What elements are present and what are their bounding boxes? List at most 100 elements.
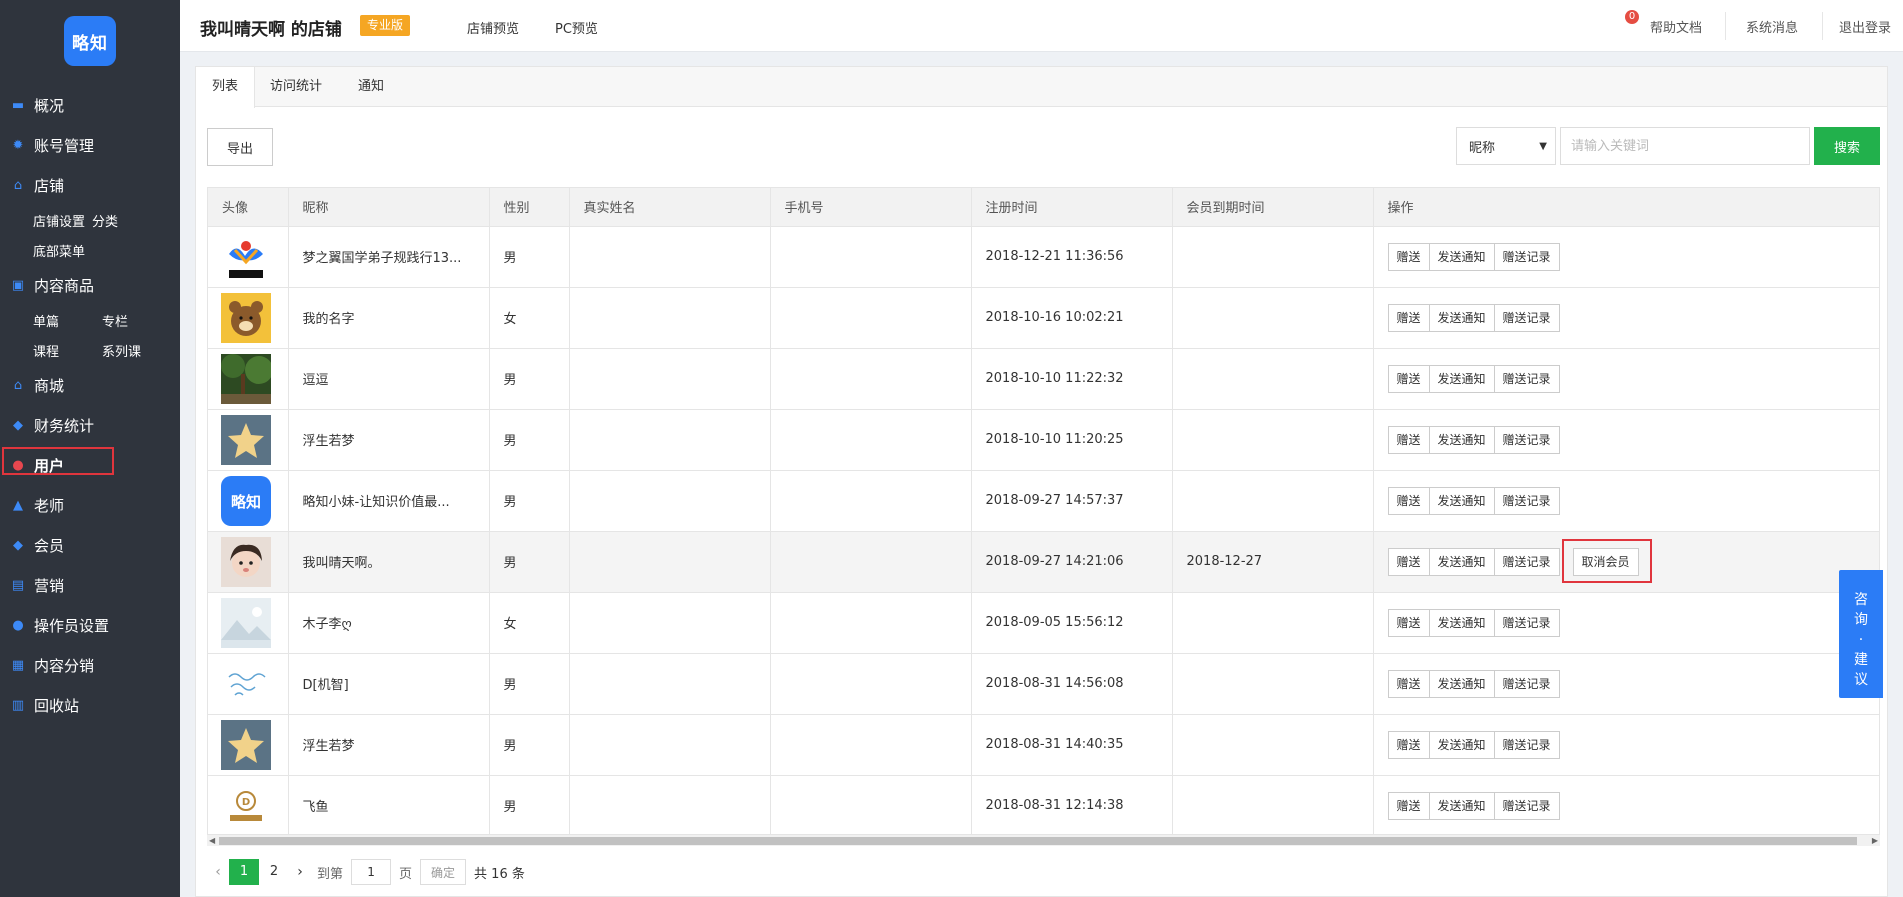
system-messages-link[interactable]: 系统消息 <box>1746 0 1798 52</box>
send-notice-button[interactable]: 发送通知 <box>1428 364 1495 393</box>
phone-cell <box>770 653 972 715</box>
logout-link[interactable]: 退出登录 <box>1839 0 1891 52</box>
help-docs-link[interactable]: 帮助文档 <box>1650 0 1702 52</box>
sub-item-column[interactable]: 专栏 <box>102 311 171 330</box>
sidebar-item-account[interactable]: ✹ 账号管理 <box>0 125 180 165</box>
pc-preview-link[interactable]: PC预览 <box>555 18 598 37</box>
gift-record-button[interactable]: 赠送记录 <box>1493 425 1560 454</box>
next-page-icon[interactable]: › <box>289 864 311 880</box>
prev-page-icon[interactable]: ‹ <box>207 864 229 880</box>
sub-item-series[interactable]: 系列课 <box>102 341 171 360</box>
send-notice-button[interactable]: 发送通知 <box>1428 730 1495 759</box>
scroll-thumb[interactable] <box>219 837 1857 845</box>
shield-icon: ◆ <box>13 417 23 433</box>
gift-button[interactable]: 赠送 <box>1387 730 1430 759</box>
folder-icon: ▬ <box>11 97 25 113</box>
share-icon: ▦ <box>11 657 25 673</box>
send-notice-button[interactable]: 发送通知 <box>1428 242 1495 271</box>
actions-cell: 赠送 发送通知 赠送记录 <box>1373 714 1879 776</box>
actions-cell: 赠送 发送通知 赠送记录 <box>1373 226 1879 288</box>
gift-record-button[interactable]: 赠送记录 <box>1493 730 1560 759</box>
sidebar-item-trash[interactable]: ▥ 回收站 <box>0 685 180 725</box>
send-notice-button[interactable]: 发送通知 <box>1428 669 1495 698</box>
table-row: D[机智] 男 2018-08-31 14:56:08 赠送 发送通知 赠送记录 <box>208 653 1880 715</box>
gift-button[interactable]: 赠送 <box>1387 425 1430 454</box>
gift-button[interactable]: 赠送 <box>1387 242 1430 271</box>
scroll-left-icon[interactable]: ◀ <box>209 835 215 847</box>
sidebar-item-label: 操作员设置 <box>34 616 110 635</box>
sub-item-single[interactable]: 单篇 <box>33 311 102 330</box>
action-group: 赠送 发送通知 赠送记录 <box>1387 669 1880 698</box>
gift-record-button[interactable]: 赠送记录 <box>1493 608 1560 637</box>
tab-list[interactable]: 列表 <box>196 67 256 108</box>
page-2[interactable]: 2 <box>259 859 289 885</box>
export-button[interactable]: 导出 <box>207 128 273 166</box>
expire-cell <box>1172 592 1374 654</box>
gift-record-button[interactable]: 赠送记录 <box>1493 242 1560 271</box>
sidebar-item-content[interactable]: ▣ 内容商品 <box>0 265 180 305</box>
send-notice-button[interactable]: 发送通知 <box>1428 425 1495 454</box>
tab-visit-stats[interactable]: 访问统计 <box>254 67 338 107</box>
send-notice-button[interactable]: 发送通知 <box>1428 547 1495 576</box>
gift-button[interactable]: 赠送 <box>1387 547 1430 576</box>
sub-item-category[interactable]: 分类 <box>92 211 161 230</box>
sub-item-course[interactable]: 课程 <box>33 341 102 360</box>
sidebar-item-marketing[interactable]: ▤ 营销 <box>0 565 180 605</box>
trash-icon: ▥ <box>11 697 25 713</box>
sub-item-bottom-menu[interactable]: 底部菜单 <box>33 241 102 260</box>
send-notice-button[interactable]: 发送通知 <box>1428 608 1495 637</box>
avatar-cell: D <box>208 775 289 837</box>
search-button[interactable]: 搜索 <box>1814 127 1880 165</box>
sidebar-item-teacher[interactable]: ▲ 老师 <box>0 485 180 525</box>
gift-record-button[interactable]: 赠送记录 <box>1493 791 1560 820</box>
gift-record-button[interactable]: 赠送记录 <box>1493 486 1560 515</box>
nickname-cell: 我的名字 <box>288 287 490 349</box>
cancel-member-button[interactable]: 取消会员 <box>1572 547 1639 576</box>
sidebar-item-overview[interactable]: ▬ 概况 <box>0 85 180 125</box>
table-row: 我的名字 女 2018-10-16 10:02:21 赠送 发送通知 赠送记录 <box>208 287 1879 349</box>
store-preview-link[interactable]: 店铺预览 <box>467 18 519 37</box>
sidebar-item-finance[interactable]: ◆ 财务统计 <box>0 405 180 445</box>
gift-button[interactable]: 赠送 <box>1387 669 1430 698</box>
sidebar-item-store[interactable]: ⌂ 店铺 <box>0 165 180 205</box>
reg-time-cell: 2018-09-05 15:56:12 <box>971 592 1173 654</box>
scroll-right-icon[interactable]: ▶ <box>1872 835 1878 847</box>
phone-cell <box>770 775 972 837</box>
send-notice-button[interactable]: 发送通知 <box>1428 303 1495 332</box>
header-divider <box>1822 12 1823 40</box>
nickname-cell: 略知小妹-让知识价值最... <box>288 470 490 532</box>
gift-record-button[interactable]: 赠送记录 <box>1493 669 1560 698</box>
page-input[interactable] <box>351 859 392 885</box>
page-1[interactable]: 1 <box>229 859 259 885</box>
sidebar-item-member[interactable]: ◆ 会员 <box>0 525 180 565</box>
tab-notify[interactable]: 通知 <box>342 67 400 107</box>
sidebar-item-mall[interactable]: ⌂ 商城 <box>0 365 180 405</box>
avatar-cell <box>208 287 289 349</box>
gift-button[interactable]: 赠送 <box>1387 608 1430 637</box>
search-input[interactable] <box>1560 127 1810 165</box>
actions-cell: 赠送 发送通知 赠送记录 <box>1373 470 1879 532</box>
horizontal-scrollbar[interactable]: ◀ ▶ <box>207 834 1880 846</box>
gift-record-button[interactable]: 赠送记录 <box>1493 547 1560 576</box>
main-panel: 列表 访问统计 通知 导出 昵称 ▼ 搜索 头像 昵称 性别 真实姓名 手机号 注… <box>195 66 1888 897</box>
sidebar-item-users[interactable]: ● 用户 <box>0 445 180 485</box>
sidebar-item-operators[interactable]: ● 操作员设置 <box>0 605 180 645</box>
user-icon: ● <box>12 457 24 473</box>
sidebar-item-distribution[interactable]: ▦ 内容分销 <box>0 645 180 685</box>
gift-button[interactable]: 赠送 <box>1387 791 1430 820</box>
send-notice-button[interactable]: 发送通知 <box>1428 791 1495 820</box>
brand-logo[interactable]: 略知 <box>64 16 116 66</box>
gift-button[interactable]: 赠送 <box>1387 486 1430 515</box>
top-header: 我叫晴天啊 的店铺 专业版 店铺预览 PC预览 帮助文档 系统消息 退出登录 <box>180 0 1903 52</box>
gift-record-button[interactable]: 赠送记录 <box>1493 364 1560 393</box>
gift-button[interactable]: 赠送 <box>1387 303 1430 332</box>
sidebar-item-label: 会员 <box>34 536 65 555</box>
send-notice-button[interactable]: 发送通知 <box>1428 486 1495 515</box>
goto-label: 到第 <box>317 866 344 882</box>
gift-button[interactable]: 赠送 <box>1387 364 1430 393</box>
search-field-select[interactable]: 昵称 ▼ <box>1456 127 1556 165</box>
feedback-float-button[interactable]: 咨询·建议 <box>1839 570 1883 698</box>
gift-record-button[interactable]: 赠送记录 <box>1493 303 1560 332</box>
phone-cell <box>770 348 972 410</box>
goto-confirm-button[interactable]: 确定 <box>420 859 467 885</box>
